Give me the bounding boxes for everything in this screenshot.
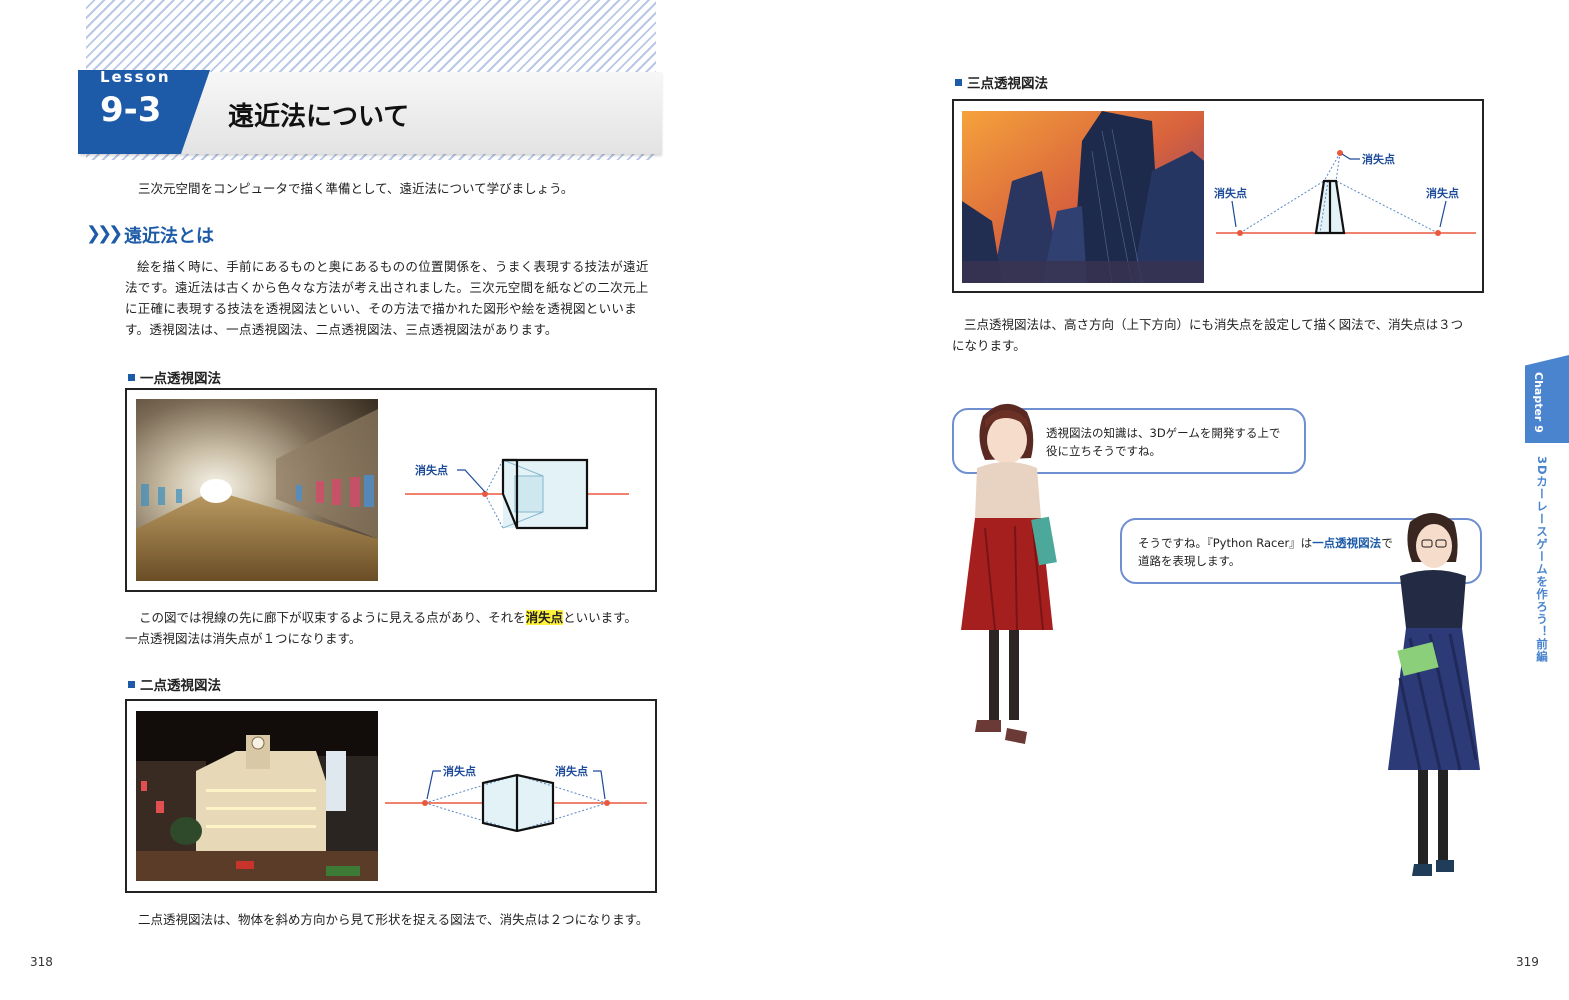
vanishing-point-label: 消失点 — [415, 463, 448, 477]
body-paragraph: 絵を描く時に、手前にあるものと奥にあるものの位置関係を、うまく表現する技法が遠近… — [125, 256, 655, 340]
lesson-label: Lesson — [100, 68, 171, 86]
one-point-figure: 消失点 — [125, 388, 657, 592]
caption-text: といいます。 — [563, 610, 637, 625]
skyscraper-photo — [962, 111, 1204, 283]
vanishing-point-label-left: 消失点 — [1214, 186, 1247, 200]
one-point-diagram: 消失点 — [385, 430, 651, 560]
chapter-side-title: 3Dカーレースゲームを作ろう！前編 — [1535, 456, 1549, 664]
caption-text: この図では視線の先に廊下が収束するように見える点があり、それを — [139, 610, 526, 625]
caption-text: 一点透視図法は消失点が１つになります。 — [125, 631, 362, 646]
vanishing-point-label-right: 消失点 — [555, 764, 588, 778]
caption-text: 三点透視図法は、高さ方向（上下方向）にも消失点を設定して描く図法で、消失点は３つ — [964, 317, 1464, 332]
section-arrow-icon: ❯❯❯ — [86, 223, 123, 244]
three-point-heading: 三点透視図法 — [955, 72, 1048, 92]
bold-term: 一点透視図法 — [1312, 536, 1382, 550]
two-point-heading: 二点透視図法 — [128, 674, 221, 694]
two-point-diagram: 消失点 消失点 — [385, 751, 651, 861]
three-point-figure: 消失点 消失点 消失点 — [952, 99, 1484, 293]
vanishing-point-label-right: 消失点 — [1426, 186, 1459, 200]
intro-text: 三次元空間をコンピュータで描く準備として、遠近法について学びましょう。 — [138, 181, 574, 196]
one-point-heading: 一点透視図法 — [128, 367, 221, 387]
page-number-right: 319 — [1516, 955, 1539, 969]
paragraph-line: 法です。遠近法は古くから色々な方法が考え出されました。三次元空間を紙などの二次元… — [125, 280, 649, 295]
highlight-term: 消失点 — [525, 610, 564, 625]
caption-text: になります。 — [952, 338, 1026, 353]
lesson-title: 遠近法について — [228, 102, 410, 132]
bubble-text-line1: そうですね。『Python Racer』は一点透視図法で — [1138, 536, 1393, 550]
two-point-figure: 消失点 消失点 — [125, 699, 657, 893]
character-woman-glasses — [1380, 508, 1490, 880]
bubble-text: 透視図法の知識は、3Dゲームを開発する上で — [1046, 426, 1281, 440]
vanishing-point-label-top: 消失点 — [1362, 152, 1395, 166]
paragraph-line: に正確に表現する技法を透視図法といい、その方法で描かれた図形や絵を透視図といいま — [125, 301, 638, 316]
tunnel-photo — [136, 399, 378, 581]
paragraph-line: す。透視図法は、一点透視図法、二点透視図法、三点透視図法があります。 — [125, 322, 558, 337]
paragraph-line: 絵を描く時に、手前にあるものと奥にあるものの位置関係を、うまく表現する技法が遠近 — [137, 259, 649, 274]
page-number-left: 318 — [30, 955, 53, 969]
two-point-caption: 二点透視図法は、物体を斜め方向から見て形状を捉える図法で、消失点は２つになります… — [138, 912, 649, 927]
building-photo — [136, 711, 378, 881]
three-point-caption: 三点透視図法は、高さ方向（上下方向）にも消失点を設定して描く図法で、消失点は３つ… — [952, 314, 1492, 356]
one-point-caption: この図では視線の先に廊下が収束するように見える点があり、それを消失点といいます。… — [125, 607, 665, 649]
character-girl-red-skirt — [955, 398, 1065, 763]
bubble-text: 道路を表現します。 — [1138, 554, 1241, 568]
section-title: 遠近法とは — [124, 226, 214, 247]
three-point-diagram: 消失点 消失点 消失点 — [1210, 141, 1480, 251]
lesson-number: 9-3 — [100, 90, 162, 130]
chapter-label: Chapter 9 — [1532, 372, 1545, 433]
vanishing-point-label-left: 消失点 — [443, 764, 476, 778]
